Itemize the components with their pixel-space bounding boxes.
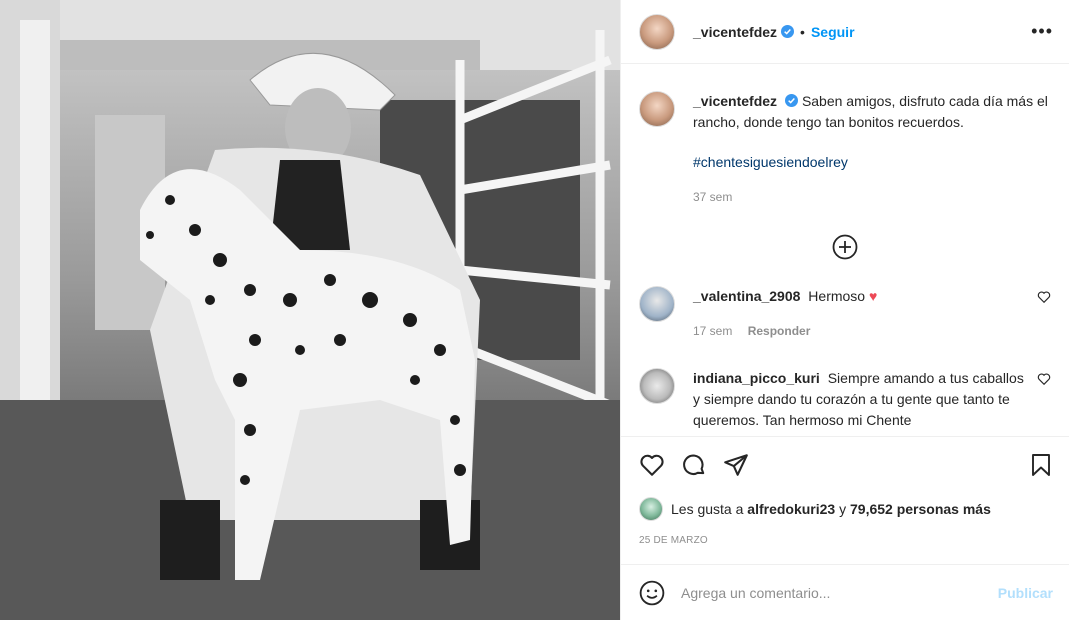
bookmark-icon[interactable] [1029,452,1053,478]
liker-username[interactable]: alfredokuri23 [747,501,835,517]
author-username[interactable]: _vicentefdez [693,24,777,40]
like-comment-heart-icon[interactable] [1037,290,1051,304]
comment-username[interactable]: indiana_picco_kuri [693,370,820,386]
like-comment-heart-icon[interactable] [1037,372,1051,386]
post-actions: Les gusta a alfredokuri23 y 79,652 perso… [621,436,1069,546]
post-header: _vicentefdez • Seguir ••• [621,0,1069,64]
comment-username[interactable]: _valentina_2908 [693,288,800,304]
separator-dot: • [800,23,805,40]
emoji-icon[interactable] [639,580,665,606]
comment-meta: 17 sem Responder [693,321,1027,342]
photo-illustration [0,0,620,620]
verified-icon [781,25,795,38]
follow-button[interactable]: Seguir [811,24,855,40]
heart-icon[interactable] [639,452,665,478]
caption-avatar[interactable] [639,91,675,127]
likes-summary: Les gusta a alfredokuri23 y 79,652 perso… [639,497,1053,521]
caption-row: _vicentefdez Saben amigos, disfruto cada… [639,91,1051,208]
comment-time[interactable]: 17 sem [693,324,732,338]
publish-button[interactable]: Publicar [998,585,1053,601]
red-heart-emoji: ♥ [868,288,878,304]
comment-icon[interactable] [681,452,707,478]
likes-count[interactable]: 79,652 personas más [850,501,991,517]
post-date[interactable]: 25 DE MARZO [639,535,1053,546]
caption-username[interactable]: _vicentefdez [693,93,777,109]
author-avatar[interactable] [639,13,675,50]
post-side-panel: _vicentefdez • Seguir ••• _vicentefdez S… [620,0,1069,620]
comments-area[interactable]: _vicentefdez Saben amigos, disfruto cada… [621,65,1069,435]
comment-text: Hermoso [808,288,866,304]
more-icon[interactable]: ••• [1031,21,1053,42]
commenter-avatar[interactable] [639,368,675,404]
add-circle-icon[interactable] [832,234,858,260]
add-comment-bar: Agrega un comentario... Publicar [621,564,1069,620]
reply-button[interactable]: Responder [748,324,811,338]
comment-input[interactable]: Agrega un comentario... [681,585,998,601]
likes-prefix: Les gusta a [671,501,744,517]
verified-icon [785,94,799,107]
commenter-avatar[interactable] [639,286,675,322]
action-icons [639,451,1053,479]
share-icon[interactable] [723,452,749,478]
likes-conj: y [839,501,847,517]
caption-time[interactable]: 37 sem [693,187,1051,208]
liker-avatar[interactable] [639,497,663,521]
comment-row: _valentina_2908 Hermoso ♥ 17 sem Respond… [639,286,1051,342]
hashtag-link[interactable]: #chentesiguesiendoelrey [693,152,1051,173]
post-photo[interactable] [0,0,620,620]
comment-row: indiana_picco_kuri Siempre amando a tus … [639,368,1051,431]
